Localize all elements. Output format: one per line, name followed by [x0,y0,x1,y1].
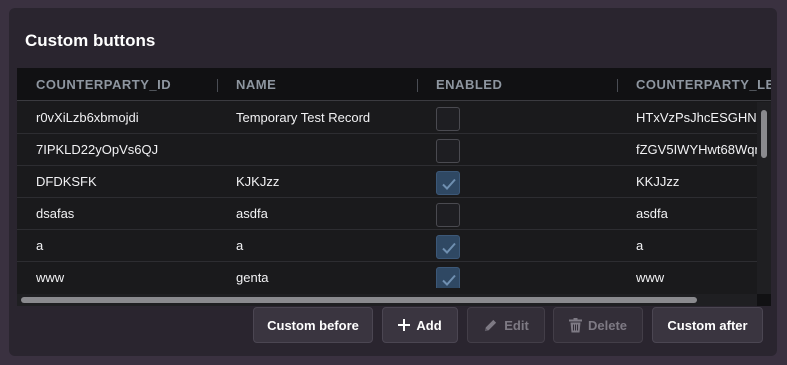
cell-name: Temporary Test Record [236,110,371,125]
cell-counterparty-lei: HTxVzPsJhcESGHNl [636,110,757,125]
column-header-enabled[interactable]: ENABLED [436,68,616,101]
edit-label: Edit [504,317,529,333]
custom-after-button[interactable]: Custom after [652,307,763,343]
custom-before-button[interactable]: Custom before [253,307,373,343]
grid-header: COUNTERPARTY_ID NAME ENABLED COUNTERPART… [17,68,771,101]
vertical-scrollbar[interactable] [757,102,771,294]
pencil-icon [483,318,498,333]
column-header-counterparty-lei[interactable]: COUNTERPARTY_LEI [636,68,771,101]
cell-counterparty-id: www [36,270,65,285]
cell-counterparty-lei: www [636,270,665,285]
cell-counterparty-id: dsafas [36,206,75,221]
column-separator[interactable] [217,79,218,92]
table-row[interactable]: 7IPKLD22yOpVs6QJ fZGV5IWYHwt68Wqr [17,134,757,166]
enabled-checkbox[interactable] [436,139,460,163]
scrollbar-corner [757,294,771,306]
cell-name: asdfa [236,206,268,221]
cell-counterparty-id: 7IPKLD22yOpVs6QJ [36,142,159,157]
cell-counterparty-lei: asdfa [636,206,668,221]
delete-label: Delete [587,317,628,333]
vertical-scrollbar-thumb[interactable] [761,110,767,158]
cell-name: a [236,238,244,253]
check-icon [442,274,456,286]
panel-title: Custom buttons [25,31,156,50]
custom-before-label: Custom before [267,317,359,333]
cell-name: KJKJzz [236,174,280,189]
column-separator[interactable] [417,79,418,92]
trash-icon [568,317,582,333]
cell-name: genta [236,270,269,285]
horizontal-scrollbar-thumb[interactable] [21,297,697,303]
enabled-checkbox[interactable] [436,267,460,288]
grid-body: r0vXiLzb6xbmojdi Temporary Test Record HTx… [17,102,757,288]
table-row[interactable]: www genta www [17,262,757,288]
plus-icon [398,319,411,331]
cell-counterparty-id: DFDKSFK [36,174,97,189]
table-row[interactable]: dsafas asdfa asdfa [17,198,757,230]
enabled-checkbox[interactable] [436,235,460,259]
column-header-counterparty-id[interactable]: COUNTERPARTY_ID [36,68,216,101]
custom-after-label: Custom after [667,317,748,333]
enabled-checkbox[interactable] [436,203,460,227]
table-row[interactable]: aaa [17,230,757,262]
edit-button[interactable]: Edit [467,307,545,343]
add-button[interactable]: Add [382,307,458,343]
check-icon [442,242,456,254]
enabled-checkbox[interactable] [436,107,460,131]
delete-button[interactable]: Delete [553,307,643,343]
cell-counterparty-lei: KKJJzz [636,174,680,189]
data-grid: COUNTERPARTY_ID NAME ENABLED COUNTERPART… [17,68,771,306]
cell-name [236,134,416,166]
table-row[interactable]: r0vXiLzb6xbmojdi Temporary Test Record HTx… [17,102,757,134]
cell-counterparty-id: a [36,238,44,253]
column-separator[interactable] [617,79,618,92]
column-header-name[interactable]: NAME [236,68,416,101]
cell-counterparty-lei: fZGV5IWYHwt68Wqr [636,142,757,157]
table-row[interactable]: DFDKSFK KJKJzz KKJJzz [17,166,757,198]
cell-counterparty-lei: a [636,238,644,253]
cell-counterparty-id: r0vXiLzb6xbmojdi [36,110,139,125]
horizontal-scrollbar[interactable] [17,294,757,306]
enabled-checkbox[interactable] [436,171,460,195]
check-icon [442,178,456,190]
add-label: Add [416,317,442,333]
custom-buttons-panel: Custom buttons COUNTERPARTY_ID NAME ENAB… [9,8,777,356]
